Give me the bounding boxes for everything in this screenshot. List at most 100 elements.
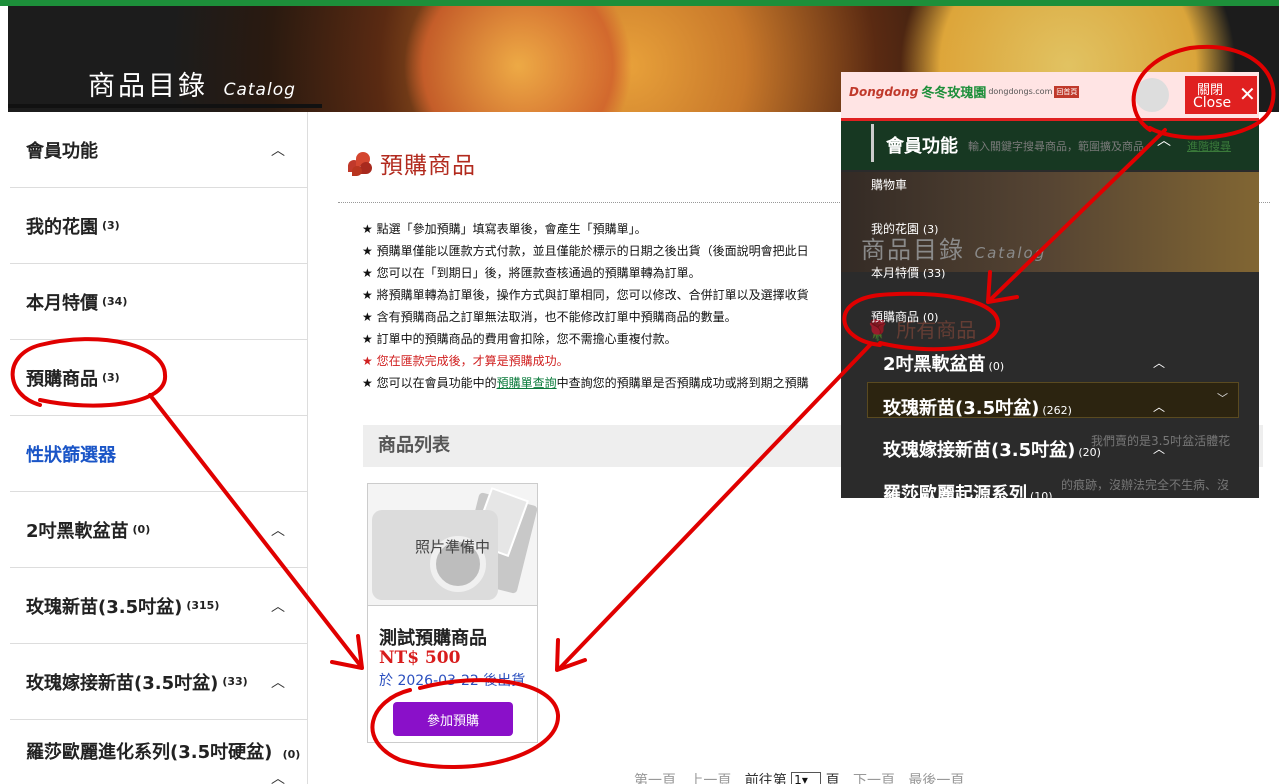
advanced-search-link[interactable]: 進階搜尋: [1187, 138, 1231, 154]
overlay-menu-label: 本月特價: [871, 266, 920, 280]
overlay-menu-preorder[interactable]: 預購商品 (0): [871, 308, 938, 325]
overlay-catalog-text: 商品目錄: [861, 236, 965, 264]
note-text: ★ 您可以在會員功能中的: [362, 376, 497, 390]
overlay-header: Dongdong 冬冬玫瑰園 dongdongs.com 回首頁 關閉 Clos…: [841, 72, 1259, 118]
annotation-arrowhead: [330, 634, 364, 670]
pager-next[interactable]: 下一頁: [853, 773, 895, 784]
sidebar-item-count: (34): [102, 295, 128, 308]
note-line: ★ 訂單中的預購商品的費用會扣除，您不需擔心重複付款。: [362, 332, 677, 346]
overlay-accent-line: [841, 118, 1259, 121]
sidebar-item-count: (0): [132, 523, 151, 536]
sidebar-item-rose-grafted[interactable]: 玫瑰嫁接新苗(3.5吋盆) (33) ︿: [10, 644, 307, 720]
overlay-category-label: 2吋黑軟盆苗: [883, 354, 986, 375]
sidebar-item-count: (3): [102, 219, 120, 232]
photo-placeholder-text: 照片準備中: [414, 538, 490, 556]
product-name[interactable]: 測試預購商品: [379, 624, 487, 650]
pager-goto-suffix: 頁: [825, 773, 840, 784]
chevron-up-icon[interactable]: ︿: [271, 672, 285, 692]
overlay-menu-monthly-sale[interactable]: 本月特價 (33): [871, 264, 945, 281]
sidebar-item-label-text: 羅莎歐麗進化系列(3.5吋硬盆): [26, 742, 273, 763]
product-photo-placeholder[interactable]: 照片準備中: [368, 484, 537, 606]
overlay-category-rosa-orly[interactable]: 羅莎歐麗起源系列 (10): [883, 480, 1053, 498]
sidebar-item-member[interactable]: 會員功能 ︿: [10, 112, 307, 188]
close-label-en: Close: [1193, 95, 1232, 111]
chevron-up-icon[interactable]: ︿: [271, 768, 285, 784]
overlay-member-section[interactable]: 會員功能 輸入關鍵字搜尋商品，範圍擴及商品 ︿ 進階搜尋: [871, 124, 1231, 162]
note-line: ★ 將預購單轉為訂單後，操作方式與訂單相同，您可以修改、合併訂單以及選擇收貨: [362, 288, 809, 302]
sidebar-item-preorder[interactable]: 預購商品 (3): [10, 340, 307, 416]
logo-text-en: Dongdong: [849, 84, 919, 99]
banner-rose-image: [388, 6, 648, 112]
mobile-menu-overlay: Dongdong 冬冬玫瑰園 dongdongs.com 回首頁 關閉 Clos…: [841, 72, 1259, 498]
sidebar-item-label: 我的花園: [26, 216, 98, 238]
preorder-query-link[interactable]: 預購單查詢: [497, 376, 557, 390]
overlay-category-rose-new[interactable]: 玫瑰新苗(3.5吋盆) (262): [883, 394, 1072, 420]
note-line: ★ 預購單僅能以匯款方式付款，並且僅能於標示的日期之後出貨（後面說明會把此日: [362, 244, 809, 258]
annotation-arrowhead: [555, 638, 587, 672]
avatar[interactable]: [1135, 78, 1169, 112]
banner-underline: [8, 104, 322, 108]
pager-prev[interactable]: 上一頁: [689, 773, 731, 784]
sidebar-item-label: 玫瑰新苗(3.5吋盆): [26, 596, 183, 618]
note-line: ★ 您可以在會員功能中的預購單查詢中查詢您的預購單是否預購成功或將到期之預購: [362, 372, 882, 394]
overlay-category-label: 玫瑰嫁接新苗(3.5吋盆): [883, 440, 1076, 461]
overlay-menu-label: 預購商品: [871, 310, 920, 324]
overlay-faint-text: 的痕跡，沒辦法完全不生病、沒: [1061, 478, 1230, 492]
overlay-catalog-title: 商品目錄 Catalog: [861, 230, 1046, 265]
overlay-category-count: (10): [1030, 490, 1053, 498]
note-line-warning: ★ 您在匯款完成後，才算是預購成功。: [362, 354, 569, 368]
page-title: 預購商品: [380, 153, 476, 179]
chevron-up-icon[interactable]: ︿: [1157, 130, 1171, 150]
sidebar-item-count: (3): [102, 371, 120, 384]
sidebar-item-monthly-sale[interactable]: 本月特價 (34): [10, 264, 307, 340]
page-select-value: 1: [794, 773, 802, 784]
overlay-menu-count: (33): [922, 267, 946, 280]
join-preorder-button[interactable]: 參加預購: [393, 702, 513, 736]
overlay-category-label: 羅莎歐麗起源系列: [883, 484, 1027, 498]
logo-home-tag: 回首頁: [1054, 85, 1080, 98]
close-icon: ✕: [1239, 82, 1256, 106]
banner-subtitle: Catalog: [223, 80, 296, 100]
page-select[interactable]: 1▾: [791, 772, 822, 784]
preorder-notes: ★ 點選「參加預購」填寫表單後，會產生「預購單」。 ★ 預購單僅能以匯款方式付款…: [362, 218, 882, 394]
overlay-menu-cart[interactable]: 購物車: [871, 176, 907, 193]
chevron-up-icon[interactable]: ︿: [271, 140, 285, 160]
chevron-down-icon[interactable]: ﹀: [1217, 390, 1228, 406]
product-card[interactable]: 照片準備中 測試預購商品 NT$ 500 於 2026-03-22 後出貨 參加…: [367, 483, 538, 743]
sidebar-item-label: 性狀篩選器: [26, 444, 116, 466]
sidebar-item-my-garden[interactable]: 我的花園 (3): [10, 188, 307, 264]
chevron-up-icon[interactable]: ︿: [1153, 440, 1165, 457]
sidebar-item-rosa-orly[interactable]: 羅莎歐麗進化系列(3.5吋硬盆) (0) ︿: [10, 720, 307, 784]
sidebar-item-count: (315): [186, 599, 220, 612]
pager-last[interactable]: 最後一頁: [908, 773, 964, 784]
page-heading: 預購商品: [344, 146, 476, 180]
banner-title-text: 商品目錄: [88, 71, 208, 102]
chevron-up-icon[interactable]: ︿: [271, 596, 285, 616]
search-hint-text: 輸入關鍵字搜尋商品，範圍擴及商品: [968, 140, 1144, 153]
note-line: ★ 點選「參加預購」填寫表單後，會產生「預購單」。: [362, 222, 647, 236]
sidebar-item-2inch-pot[interactable]: 2吋黑軟盆苗 (0) ︿: [10, 492, 307, 568]
sidebar-item-label: 本月特價: [26, 292, 98, 314]
overlay-category-2inch[interactable]: 2吋黑軟盆苗 (0): [883, 350, 1004, 376]
site-logo[interactable]: Dongdong 冬冬玫瑰園 dongdongs.com 回首頁: [849, 82, 1080, 101]
pagination: 第一頁 上一頁 前往第 1▾ 頁 下一頁 最後一頁: [634, 770, 964, 784]
close-menu-button[interactable]: 關閉 Close ✕: [1185, 76, 1257, 114]
banner-title: 商品目錄 Catalog: [88, 64, 296, 103]
product-ship-date: 於 2026-03-22 後出貨: [379, 673, 526, 689]
sidebar-item-count: (33): [222, 675, 248, 688]
chevron-up-icon[interactable]: ︿: [1153, 354, 1165, 371]
note-line: ★ 含有預購商品之訂單無法取消，也不能修改訂單中預購商品的數量。: [362, 310, 737, 324]
logo-url: dongdongs.com: [988, 87, 1053, 96]
overlay-menu-label: 購物車: [871, 178, 908, 192]
note-line: ★ 您可以在「到期日」後，將匯款查核通過的預購單轉為訂單。: [362, 266, 701, 280]
sidebar-item-label: 玫瑰嫁接新苗(3.5吋盆): [26, 672, 219, 694]
sidebar-item-rose-new[interactable]: 玫瑰新苗(3.5吋盆) (315) ︿: [10, 568, 307, 644]
chevron-up-icon[interactable]: ︿: [1153, 398, 1165, 415]
product-price: NT$ 500: [379, 648, 461, 668]
chevron-up-icon[interactable]: ︿: [271, 520, 285, 540]
overlay-catalog-sub: Catalog: [974, 244, 1047, 262]
sidebar-item-trait-filter[interactable]: 性狀篩選器: [10, 416, 307, 492]
pager-first[interactable]: 第一頁: [634, 773, 676, 784]
overlay-category-count: (262): [1042, 404, 1072, 417]
overlay-category-rose-grafted[interactable]: 玫瑰嫁接新苗(3.5吋盆) (20): [883, 436, 1101, 462]
